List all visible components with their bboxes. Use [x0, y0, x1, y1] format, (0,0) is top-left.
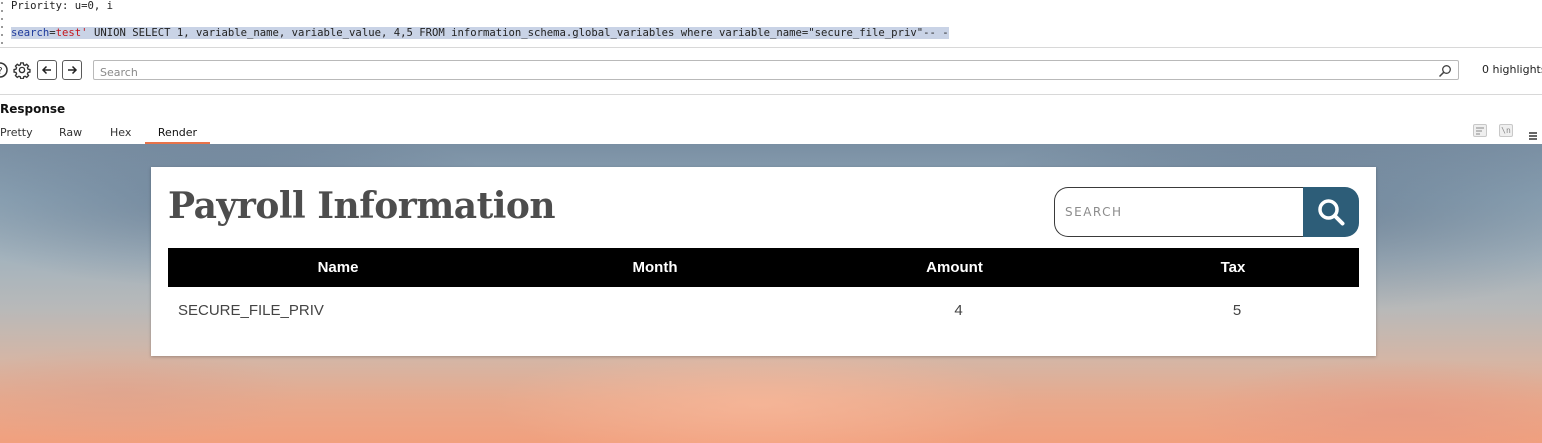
search-icon[interactable] — [1438, 63, 1452, 82]
arrow-right-icon — [68, 65, 78, 75]
payroll-search-input[interactable] — [1054, 187, 1306, 237]
request-line-payload[interactable]: search=test' UNION SELECT 1, variable_na… — [11, 27, 949, 39]
payroll-search — [1054, 187, 1359, 237]
cell-month — [508, 287, 802, 333]
response-search-input[interactable] — [94, 63, 1424, 82]
cell-amount: 4 — [954, 301, 963, 319]
tab-hex[interactable]: Hex — [110, 122, 131, 144]
cell-tax: 5 — [1232, 301, 1242, 319]
param-value: test' — [55, 27, 88, 39]
gear-icon[interactable] — [12, 60, 32, 80]
tab-raw[interactable]: Raw — [59, 122, 82, 144]
search-icon — [1318, 199, 1345, 226]
param-injection: UNION SELECT 1, variable_name, variable_… — [87, 27, 949, 39]
search-toolbar: ? 0 highlights — [0, 49, 1542, 95]
page-title: Payroll Information — [168, 185, 556, 227]
response-search-box[interactable] — [93, 60, 1459, 82]
tab-render[interactable]: Render — [145, 122, 210, 144]
response-title: Response — [0, 102, 66, 116]
header-month: Month — [508, 248, 802, 287]
header-name: Name — [168, 248, 508, 287]
table-header-row: Name Month Amount Tax — [168, 248, 1359, 287]
arrow-left-icon — [41, 65, 51, 75]
table-row: SECURE_FILE_PRIV 4 5 — [168, 287, 1359, 333]
header-amount: Amount — [802, 248, 1107, 287]
help-icon[interactable]: ? — [0, 60, 10, 80]
tab-pretty[interactable]: Pretty — [0, 122, 33, 144]
header-tax: Tax — [1107, 248, 1359, 287]
request-editor[interactable]: Priority: u=0, i search=test' UNION SELE… — [0, 0, 1542, 48]
menu-icon[interactable] — [1528, 126, 1538, 145]
payroll-table: Name Month Amount Tax SECURE_FILE_PRIV 4… — [168, 248, 1359, 333]
payroll-search-button[interactable] — [1303, 187, 1359, 237]
wrap-icon[interactable] — [1473, 124, 1487, 137]
editor-gutter — [0, 0, 6, 48]
payroll-card: Payroll Information Name Month Amount Ta… — [151, 167, 1376, 356]
next-button[interactable] — [62, 60, 82, 80]
highlights-count: 0 highlights — [1482, 63, 1542, 76]
rendered-page: Payroll Information Name Month Amount Ta… — [0, 144, 1542, 443]
previous-button[interactable] — [37, 60, 57, 80]
request-line-priority: Priority: u=0, i — [11, 0, 114, 12]
cell-name: SECURE_FILE_PRIV — [178, 301, 324, 319]
newline-icon[interactable]: \n — [1499, 124, 1513, 137]
svg-text:?: ? — [0, 66, 3, 77]
param-key: search — [11, 27, 50, 39]
